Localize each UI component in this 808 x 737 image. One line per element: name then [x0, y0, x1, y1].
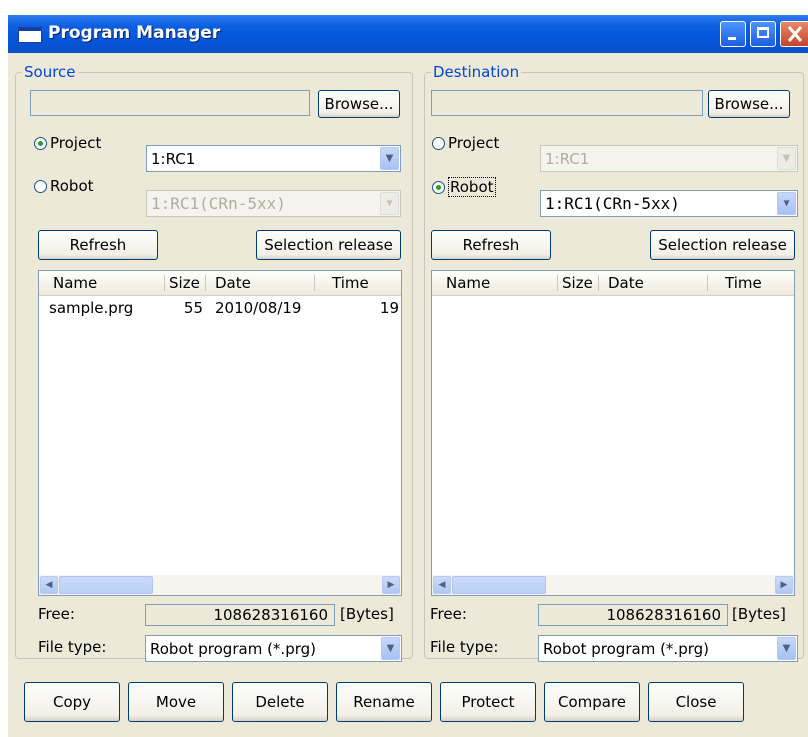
destination-project-combo: 1:RC1 ▼: [540, 145, 798, 172]
table-row[interactable]: sample.prg 55 2010/08/19 19: [39, 299, 401, 319]
window-title: Program Manager: [48, 23, 221, 43]
cell-time: 19: [379, 299, 399, 317]
source-project-label: Project: [50, 134, 102, 152]
source-refresh-button[interactable]: Refresh: [38, 230, 158, 260]
source-file-type-combo[interactable]: Robot program (*.prg) ▼: [145, 635, 402, 662]
column-divider[interactable]: [557, 275, 558, 291]
destination-list-header: Name Size Date Time: [432, 271, 794, 296]
destination-free-label: Free:: [430, 605, 467, 623]
chevron-down-icon: ▼: [777, 147, 796, 170]
destination-file-list[interactable]: Name Size Date Time ◀ ▶: [431, 270, 795, 596]
chevron-down-icon[interactable]: ▼: [380, 147, 399, 170]
destination-robot-label: Robot: [448, 177, 496, 197]
column-date[interactable]: Date: [608, 274, 644, 292]
cell-date: 2010/08/19: [215, 299, 302, 317]
scroll-thumb[interactable]: [452, 576, 546, 594]
source-project-radio[interactable]: Project: [34, 134, 101, 152]
source-robot-label: Robot: [50, 177, 94, 195]
protect-button[interactable]: Protect: [440, 682, 536, 722]
destination-robot-value: 1:RC1(CRn-5xx): [545, 194, 680, 213]
move-button[interactable]: Move: [128, 682, 224, 722]
destination-project-label: Project: [448, 134, 500, 152]
column-divider[interactable]: [164, 275, 165, 291]
source-legend: Source: [24, 63, 76, 81]
source-path-field[interactable]: [30, 90, 310, 116]
source-file-type-value: Robot program (*.prg): [150, 639, 316, 658]
source-robot-combo: 1:RC1(CRn-5xx) ▼: [146, 190, 401, 217]
destination-file-type-combo[interactable]: Robot program (*.prg) ▼: [538, 635, 798, 662]
cell-name: sample.prg: [49, 299, 134, 317]
destination-project-radio[interactable]: Project: [432, 134, 499, 152]
source-project-radio-dot[interactable]: [34, 136, 47, 150]
chevron-down-icon[interactable]: ▼: [777, 637, 796, 660]
source-file-list[interactable]: Name Size Date Time sample.prg 55 2010/0…: [38, 270, 402, 596]
source-free-label: Free:: [38, 605, 75, 623]
destination-free-value: 108628316160: [538, 604, 728, 626]
title-bar[interactable]: Program Manager: [8, 15, 808, 53]
rename-button[interactable]: Rename: [336, 682, 432, 722]
source-robot-value: 1:RC1(CRn-5xx): [151, 194, 286, 213]
destination-file-type-value: Robot program (*.prg): [543, 639, 709, 658]
source-bytes-label: [Bytes]: [340, 605, 394, 623]
source-file-type-label: File type:: [38, 638, 107, 656]
scroll-right-icon[interactable]: ▶: [382, 576, 400, 594]
destination-robot-combo[interactable]: 1:RC1(CRn-5xx) ▼: [540, 190, 798, 217]
destination-selection-release-button[interactable]: Selection release: [650, 230, 795, 260]
column-time[interactable]: Time: [332, 274, 369, 292]
source-robot-radio[interactable]: Robot: [34, 177, 94, 195]
scroll-left-icon[interactable]: ◀: [433, 576, 451, 594]
destination-robot-radio[interactable]: Robot: [432, 177, 496, 197]
source-robot-radio-dot[interactable]: [34, 179, 47, 193]
scroll-left-icon[interactable]: ◀: [40, 576, 58, 594]
source-selection-release-button[interactable]: Selection release: [256, 230, 401, 260]
destination-robot-radio-dot[interactable]: [432, 180, 445, 194]
horizontal-scrollbar[interactable]: ◀ ▶: [432, 575, 794, 595]
copy-button[interactable]: Copy: [24, 682, 120, 722]
close-button[interactable]: Close: [648, 682, 744, 722]
source-free-value: 108628316160: [145, 604, 335, 626]
column-divider[interactable]: [707, 275, 708, 291]
destination-file-type-label: File type:: [430, 638, 499, 656]
program-manager-window: Program Manager Source Browse... Project…: [8, 15, 808, 737]
destination-legend: Destination: [433, 63, 520, 81]
source-project-combo[interactable]: 1:RC1 ▼: [146, 145, 401, 172]
destination-bytes-label: [Bytes]: [732, 605, 786, 623]
column-size[interactable]: Size: [169, 274, 200, 292]
scroll-right-icon[interactable]: ▶: [775, 576, 793, 594]
cell-size: 55: [183, 299, 203, 317]
chevron-down-icon[interactable]: ▼: [381, 637, 400, 660]
column-size[interactable]: Size: [562, 274, 593, 292]
column-name[interactable]: Name: [53, 274, 97, 292]
maximize-icon[interactable]: [750, 21, 776, 47]
destination-project-radio-dot[interactable]: [432, 136, 445, 150]
destination-project-value: 1:RC1: [545, 149, 590, 168]
delete-button[interactable]: Delete: [232, 682, 328, 722]
close-icon[interactable]: [780, 21, 808, 47]
destination-refresh-button[interactable]: Refresh: [431, 230, 551, 260]
column-divider[interactable]: [598, 275, 599, 291]
horizontal-scrollbar[interactable]: ◀ ▶: [39, 575, 401, 595]
destination-browse-button[interactable]: Browse...: [708, 90, 790, 118]
column-divider[interactable]: [314, 275, 315, 291]
chevron-down-icon[interactable]: ▼: [777, 192, 796, 215]
column-name[interactable]: Name: [446, 274, 490, 292]
destination-path-field[interactable]: [431, 90, 703, 116]
source-project-value: 1:RC1: [151, 149, 196, 168]
chevron-down-icon: ▼: [380, 192, 399, 215]
scroll-thumb[interactable]: [59, 576, 153, 594]
source-list-header: Name Size Date Time: [39, 271, 401, 296]
window-icon: [18, 27, 42, 43]
compare-button[interactable]: Compare: [544, 682, 640, 722]
column-divider[interactable]: [205, 275, 206, 291]
source-browse-button[interactable]: Browse...: [318, 90, 400, 118]
column-date[interactable]: Date: [215, 274, 251, 292]
minimize-icon[interactable]: [720, 21, 746, 47]
column-time[interactable]: Time: [725, 274, 762, 292]
